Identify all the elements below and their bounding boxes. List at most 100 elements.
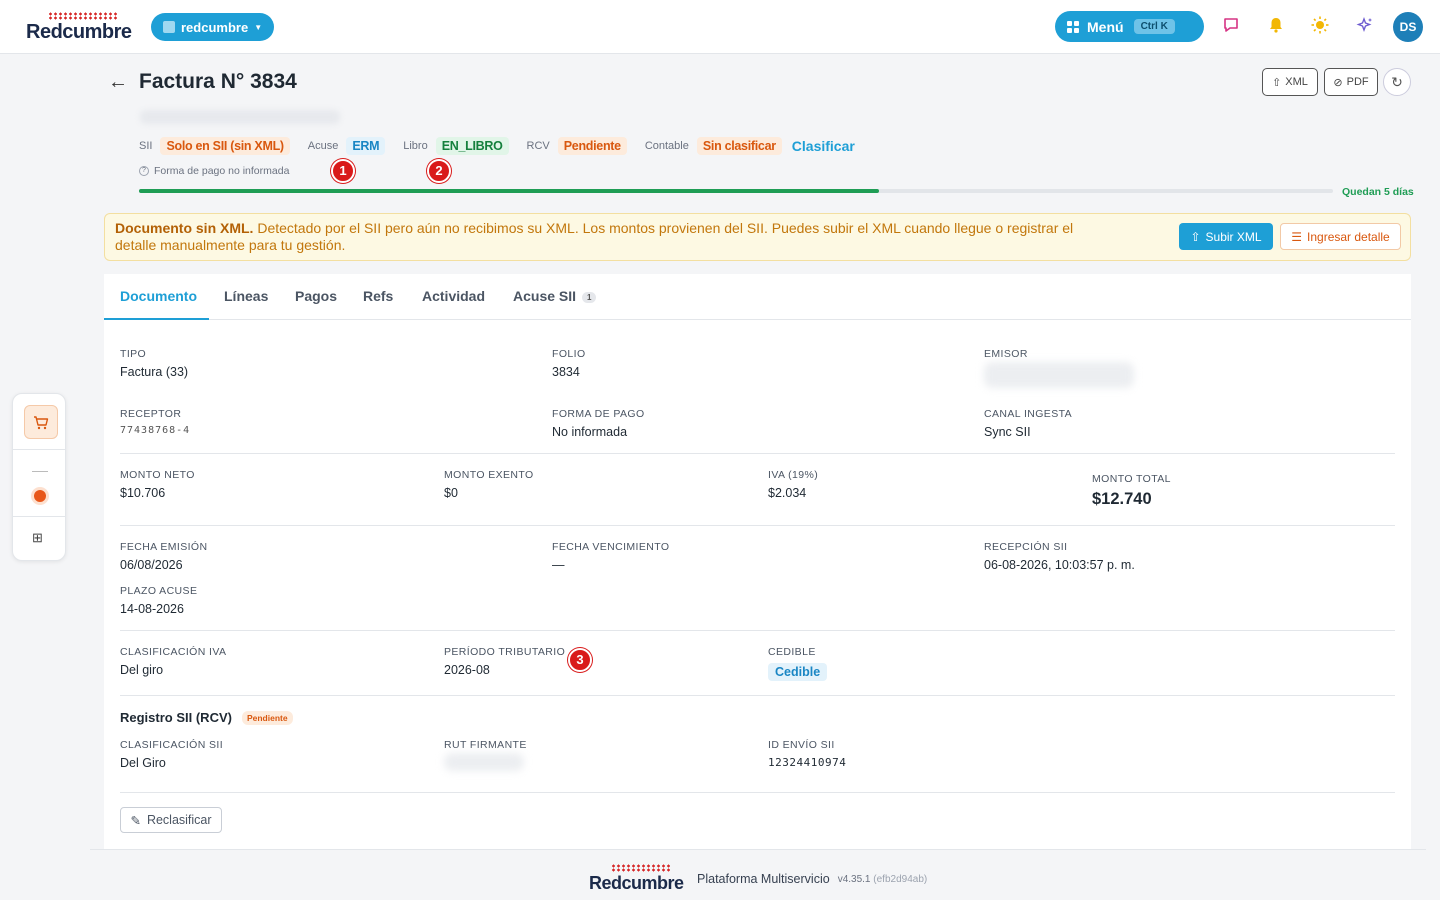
field-label: CLASIFICACIÓN SII [120,739,224,751]
field-label: FORMA DE PAGO [552,408,645,420]
record-dot-icon[interactable] [34,490,46,502]
tab-acuse-sii[interactable]: Acuse SII 1 [513,288,597,304]
field-label: IVA (19%) [768,469,819,481]
footer-divider [90,849,1426,850]
libro-label: Libro [403,140,428,152]
version-info: v4.35.1 (efb2d94ab) [838,874,928,885]
field-value: Del Giro [120,756,166,770]
tab-acuse-sii-label: Acuse SII [513,288,577,304]
deadline-progress-bar [139,189,1333,193]
field-value: — [552,558,565,572]
annotation-marker-2: 2 [427,159,451,183]
field-clasificacion-iva: CLASIFICACIÓN IVA Del giro [120,646,226,677]
status-row: SII Solo en SII (sin XML) Acuse ERM Libr… [139,136,855,156]
field-label: EMISOR [984,348,1028,360]
libro-status-chip: EN_LIBRO [435,137,509,155]
back-arrow-icon[interactable]: ← [108,72,128,92]
field-value: 3834 [552,365,580,379]
clasificar-link[interactable]: Clasificar [792,138,855,154]
pdf-button[interactable]: ⊘ PDF [1324,68,1378,96]
contable-label: Contable [644,140,689,152]
field-value: $10.706 [120,486,166,500]
rcv-status-badge: Pendiente [241,710,293,725]
field-plazo-acuse: PLAZO ACUSE 14-08-2026 [120,585,197,616]
divider [13,516,65,517]
ban-icon: ⊘ [1333,76,1343,89]
tab-documento[interactable]: Documento [120,288,197,304]
enter-detail-button[interactable]: ☰ Ingresar detalle [1280,223,1401,250]
field-forma-pago: FORMA DE PAGO No informada [552,408,645,439]
reclassify-button[interactable]: ✎ Reclasificar [120,807,222,833]
bell-icon[interactable] [1265,16,1287,38]
sparkles-icon[interactable] [1354,16,1376,38]
tab-actividad[interactable]: Actividad [422,288,485,304]
redcumbre-logo[interactable]: Redcumbre [26,12,136,43]
divider [120,695,1395,696]
tab-refs[interactable]: Refs [363,288,393,304]
upload-xml-label: Subir XML [1205,229,1262,244]
alert-body: Detectado por el SII pero aún no recibim… [115,220,1074,253]
xml-button-label: XML [1285,76,1308,88]
reclassify-label: Reclasificar [146,813,212,827]
upload-icon: ⇧ [1190,229,1201,244]
tab-count-badge: 1 [582,291,597,303]
minimize-icon[interactable] [32,471,48,472]
tab-lineas[interactable]: Líneas [224,288,268,304]
sun-icon[interactable] [1309,16,1331,38]
field-label: FECHA EMISIÓN [120,541,208,553]
field-value: $0 [444,486,458,500]
list-icon: ☰ [1291,229,1303,244]
field-label: CLASIFICACIÓN IVA [120,646,227,658]
field-monto-exento: MONTO EXENTO $0 [444,469,534,500]
user-avatar[interactable]: DS [1393,12,1423,42]
logo-wordmark: Redcumbre [26,21,132,43]
menu-shortcut: Ctrl K [1133,19,1175,34]
divider [120,792,1395,793]
footer-logo: Redcumbre [589,864,689,893]
field-value: 06-08-2026, 10:03:57 p. m. [984,558,1135,572]
forma-pago-text: Forma de pago no informada [154,165,290,177]
document-card: Documento Líneas Pagos Refs Actividad Ac… [104,274,1411,850]
field-iva: IVA (19%) $2.034 [768,469,818,500]
version-number: v4.35.1 [837,874,871,885]
field-value: Factura (33) [120,365,189,379]
field-value: 2026-08 [444,663,490,677]
field-label: MONTO NETO [120,469,195,481]
field-value: 12324410974 [768,756,847,769]
grid-icon [1067,20,1079,33]
cart-icon[interactable] [24,405,58,439]
building-icon [163,21,175,33]
field-periodo-tributario: PERÍODO TRIBUTARIO 2026-08 [444,646,565,677]
pdf-button-label: PDF [1346,76,1369,88]
sii-status-chip: Solo en SII (sin XML) [160,137,290,155]
field-label: CANAL INGESTA [984,408,1073,420]
alert-text: Documento sin XML. Detectado por el SII … [115,220,1115,254]
field-value: Del giro [120,663,164,677]
field-label: RECEPTOR [120,408,182,420]
field-value: $2.034 [768,486,807,500]
tab-pagos[interactable]: Pagos [295,288,337,304]
divider [13,449,65,450]
forma-pago-note: ? Forma de pago no informada [139,165,289,177]
help-icon: ? [139,166,149,176]
field-label: RUT FIRMANTE [444,739,527,751]
field-folio: FOLIO 3834 [552,348,586,379]
upload-xml-button[interactable]: ⇧ Subir XML [1179,223,1273,250]
menu-button[interactable]: Menú Ctrl K [1055,11,1204,42]
field-value: No informada [552,425,628,439]
footer-logo-wordmark: Redcumbre [589,873,684,893]
field-label: FOLIO [552,348,586,360]
refresh-icon[interactable]: ↻ [1383,68,1411,96]
field-recepcion-sii: RECEPCIÓN SII 06-08-2026, 10:03:57 p. m. [984,541,1135,572]
xml-download-button[interactable]: ⇧ XML [1262,68,1318,96]
active-tab-indicator [104,318,209,320]
field-label: PERÍODO TRIBUTARIO [444,646,566,658]
chat-icon[interactable] [1220,16,1242,38]
menu-label: Menú [1087,18,1124,35]
sii-label: SII [139,140,153,152]
redacted-rut-firmante [444,753,524,771]
annotation-marker-3: 3 [568,648,592,672]
apps-grid-icon[interactable]: ⊞ [32,530,43,546]
org-selector[interactable]: redcumbre ▼ [151,13,275,41]
org-selector-label: redcumbre [181,19,249,35]
